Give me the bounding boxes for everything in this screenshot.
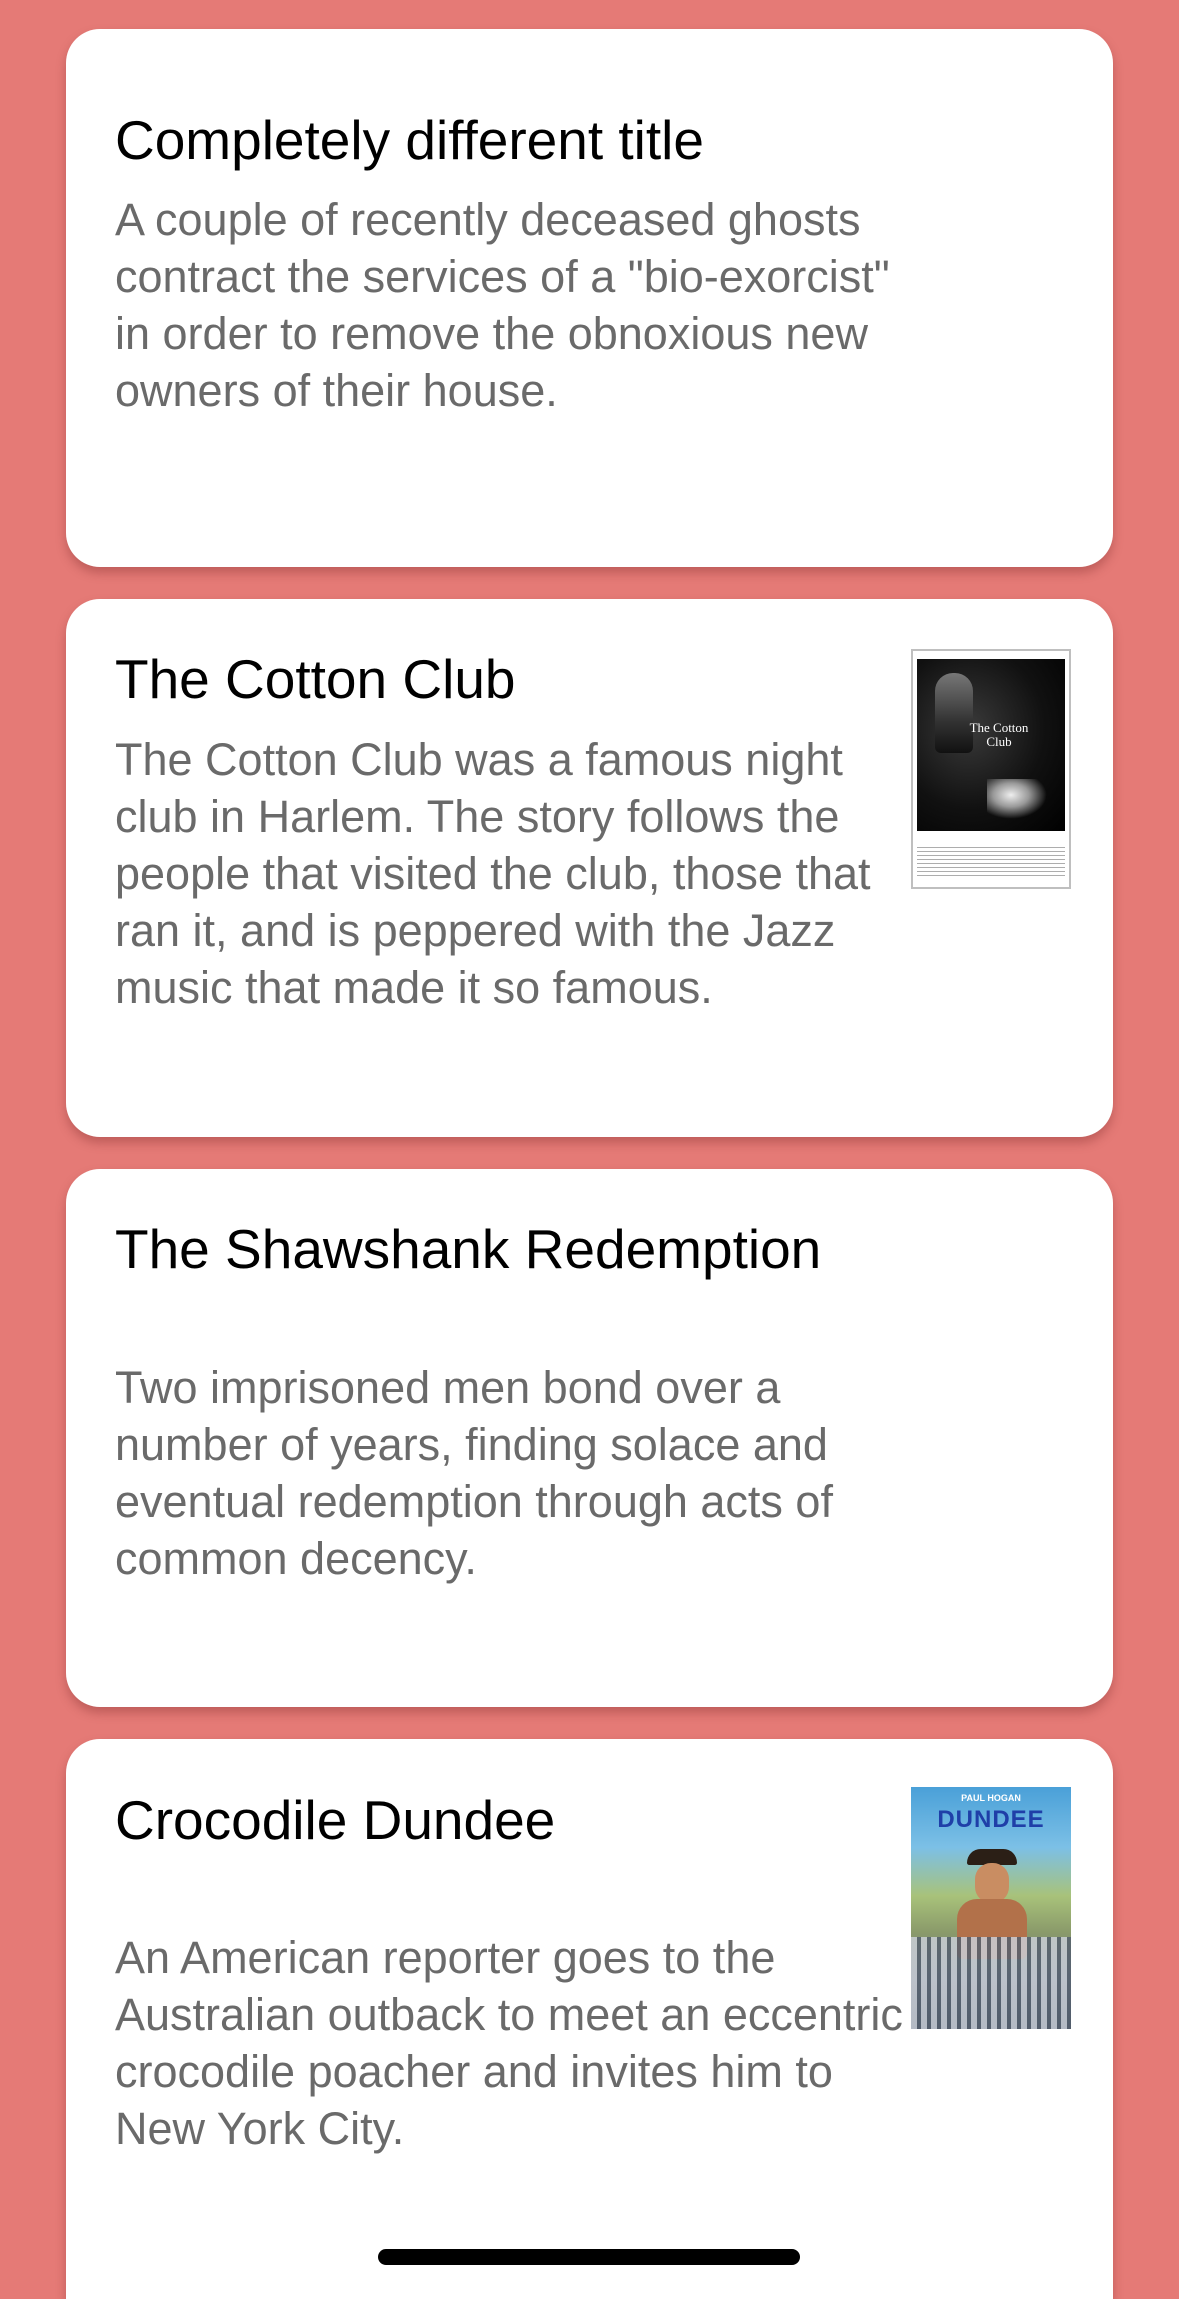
movie-poster-image: PAUL HOGAN DUNDEE: [911, 1787, 1071, 2029]
poster-top-text: PAUL HOGAN: [961, 1793, 1021, 1803]
poster-figure: [935, 673, 973, 753]
movie-title: Completely different title: [115, 109, 704, 171]
movie-description: The Cotton Club was a famous night club …: [115, 734, 871, 1013]
movie-card[interactable]: Completely different title A couple of r…: [66, 29, 1113, 567]
movie-description: An American reporter goes to the Austral…: [115, 1932, 903, 2154]
movie-title: The Cotton Club: [115, 648, 516, 710]
movie-title: The Shawshank Redemption: [115, 1218, 822, 1280]
poster-spotlight: [987, 779, 1047, 819]
poster-title: DUNDEE: [937, 1806, 1045, 1833]
poster-logo: The Cotton Club: [969, 720, 1029, 749]
movie-card[interactable]: The Shawshank Redemption Two imprisoned …: [66, 1169, 1113, 1707]
movie-poster-image: The Cotton Club: [911, 649, 1071, 889]
movie-description: A couple of recently deceased ghosts con…: [115, 194, 890, 416]
movie-title: Crocodile Dundee: [115, 1789, 556, 1851]
poster-buildings: [911, 1937, 1071, 2029]
poster-face: [975, 1863, 1009, 1903]
movie-card[interactable]: The Cotton Club The Cotton Club was a fa…: [66, 599, 1113, 1137]
poster-credits: [917, 847, 1065, 879]
movie-description: Two imprisoned men bond over a number of…: [115, 1362, 833, 1584]
movie-card[interactable]: Crocodile Dundee An American reporter go…: [66, 1739, 1113, 2299]
home-indicator[interactable]: [378, 2249, 800, 2265]
